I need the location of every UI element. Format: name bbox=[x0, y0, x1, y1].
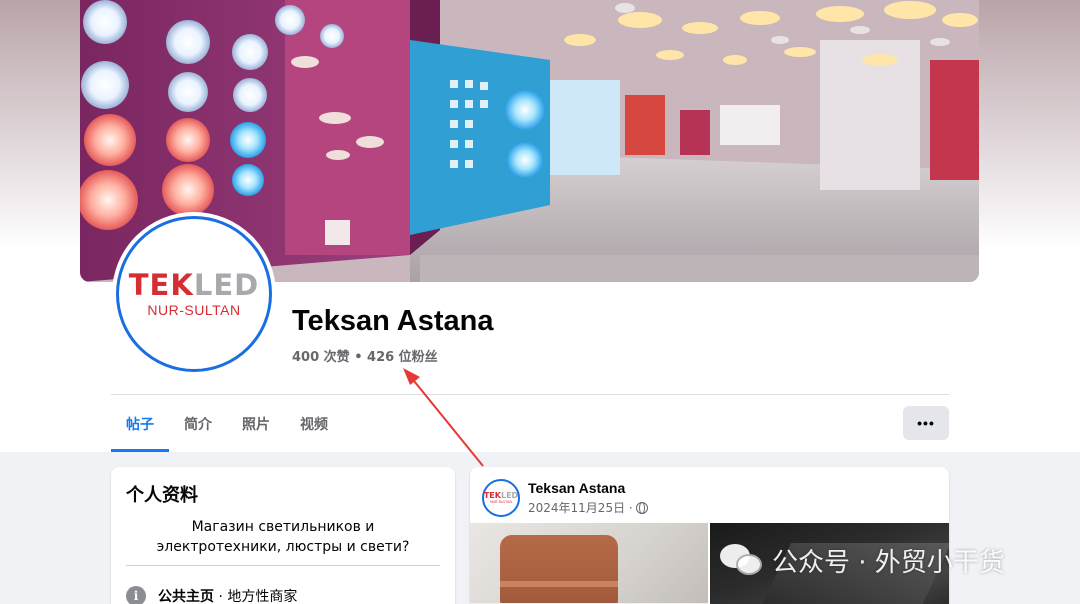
profile-tabs: 帖子 简介 照片 视频 bbox=[111, 395, 343, 452]
chair-strip bbox=[500, 581, 618, 587]
intro-divider bbox=[126, 565, 440, 566]
globe-icon bbox=[635, 501, 648, 514]
profile-avatar[interactable]: TEK LED NUR-SULTAN bbox=[112, 212, 276, 376]
post-card: TEKLED NUR-SULTAN Teksan Astana 2024年11月… bbox=[470, 467, 949, 604]
post-author-avatar[interactable]: TEKLED NUR-SULTAN bbox=[482, 479, 520, 517]
tab-about[interactable]: 简介 bbox=[169, 395, 227, 452]
tab-posts[interactable]: 帖子 bbox=[111, 395, 169, 452]
intro-bio: Магазин светильников и электротехники, л… bbox=[156, 519, 410, 555]
page-category: i 公共主页 · 地方性商家 bbox=[126, 586, 297, 604]
watermark-text: 公众号 · 外贸小干货 bbox=[772, 547, 1005, 578]
post-photo-1[interactable] bbox=[470, 523, 708, 604]
more-options-button[interactable]: ••• bbox=[903, 406, 949, 440]
logo-subtitle: NUR-SULTAN bbox=[147, 302, 241, 318]
mini-brand-logo: TEKLED bbox=[483, 491, 519, 500]
chair-shape bbox=[500, 535, 618, 604]
mini-logo-subtitle: NUR-SULTAN bbox=[489, 500, 513, 504]
watermark: 公众号 · 外贸小干货 bbox=[720, 538, 1005, 582]
category-value: · 地方性商家 bbox=[214, 589, 298, 604]
brand-logo: TEK LED bbox=[128, 268, 260, 302]
wechat-icon bbox=[720, 540, 764, 580]
post-meta: 2024年11月25日 · bbox=[528, 499, 648, 516]
post-author-name[interactable]: Teksan Astana bbox=[528, 480, 625, 496]
tab-photos[interactable]: 照片 bbox=[227, 395, 285, 452]
intro-title: 个人资料 bbox=[126, 485, 198, 506]
tab-videos[interactable]: 视频 bbox=[285, 395, 343, 452]
avatar-logo: TEK LED NUR-SULTAN bbox=[116, 216, 272, 372]
category-text: 公共主页 · 地方性商家 bbox=[158, 586, 297, 604]
category-label: 公共主页 bbox=[158, 589, 214, 604]
intro-card: 个人资料 Магазин светильников и электротехни… bbox=[111, 467, 455, 604]
likes-followers-count[interactable]: 400 次赞 • 426 位粉丝 bbox=[292, 346, 438, 365]
post-date[interactable]: 2024年11月25日 · bbox=[528, 499, 633, 516]
page-title: Teksan Astana bbox=[292, 305, 494, 337]
info-icon: i bbox=[126, 586, 146, 604]
